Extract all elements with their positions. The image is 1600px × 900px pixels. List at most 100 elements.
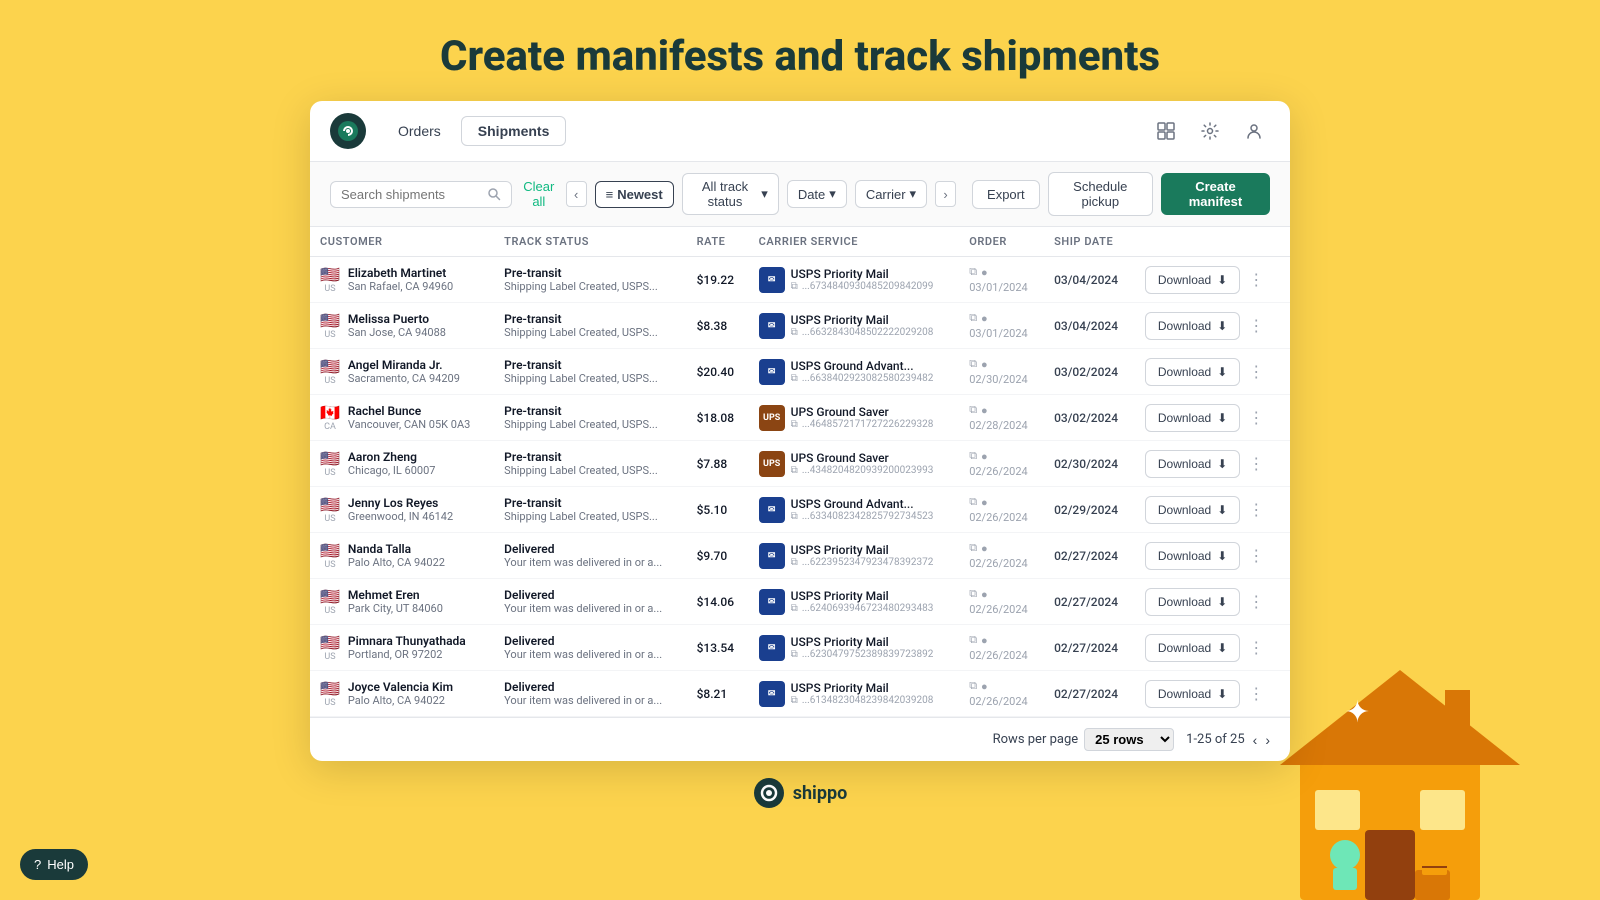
toolbar: Clear all ‹ ≡ Newest All track status ▾ … — [310, 162, 1290, 227]
flag-icon: 🇺🇸 — [320, 265, 340, 284]
filter-track-btn[interactable]: All track status ▾ — [682, 173, 779, 215]
order-copy-icon[interactable]: ⧉ — [969, 357, 977, 371]
status-label: Delivered — [504, 542, 676, 556]
order-cell: ⧉ ● 02/28/2024 — [959, 395, 1044, 441]
tab-orders[interactable]: Orders — [382, 116, 457, 146]
download-icon: ⬇ — [1217, 595, 1227, 609]
order-copy-icon[interactable]: ⧉ — [969, 679, 977, 693]
status-sub: Shipping Label Created, USPS... — [504, 280, 676, 293]
more-options-button[interactable]: ⋮ — [1244, 312, 1268, 340]
prev-filter-btn[interactable]: ‹ — [566, 181, 587, 207]
carrier-icon: ✉ — [759, 681, 785, 707]
carrier-name: USPS Priority Mail — [791, 267, 934, 281]
download-button[interactable]: Download ⬇ — [1145, 266, 1240, 294]
order-track-icon: ● — [981, 266, 988, 279]
rows-select[interactable]: 25 rows 50 rows 100 rows — [1084, 728, 1174, 751]
order-copy-icon[interactable]: ⧉ — [969, 633, 977, 647]
customer-address: San Rafael, CA 94960 — [348, 280, 453, 293]
download-button[interactable]: Download ⬇ — [1145, 404, 1240, 432]
table-row: 🇨🇦 CA Rachel Bunce Vancouver, CAN 05K 0A… — [310, 395, 1290, 441]
order-date: 03/01/2024 — [969, 327, 1034, 340]
rate-cell: $19.22 — [687, 257, 749, 303]
order-copy-icon[interactable]: ⧉ — [969, 403, 977, 417]
copy-icon[interactable]: ⧉ — [791, 603, 798, 614]
action-cell: Download ⬇ ⋮ — [1135, 257, 1290, 303]
download-button[interactable]: Download ⬇ — [1145, 450, 1240, 478]
download-button[interactable]: Download ⬇ — [1145, 358, 1240, 386]
action-cell: Download ⬇ ⋮ — [1135, 441, 1290, 487]
prev-page-button[interactable]: ‹ — [1253, 732, 1258, 748]
copy-icon[interactable]: ⧉ — [791, 419, 798, 430]
help-label: Help — [47, 857, 74, 872]
export-button[interactable]: Export — [972, 180, 1040, 209]
download-button[interactable]: Download ⬇ — [1145, 496, 1240, 524]
carrier-icon: ✉ — [759, 359, 785, 385]
more-options-button[interactable]: ⋮ — [1244, 358, 1268, 386]
page-nav: 1-25 of 25 ‹ › — [1186, 732, 1270, 748]
more-options-button[interactable]: ⋮ — [1244, 588, 1268, 616]
download-button[interactable]: Download ⬇ — [1145, 312, 1240, 340]
order-date: 02/28/2024 — [969, 419, 1034, 432]
order-date: 02/30/2024 — [969, 373, 1034, 386]
gear-icon-btn[interactable] — [1194, 115, 1226, 147]
status-label: Pre-transit — [504, 404, 676, 418]
order-track-icon: ● — [981, 542, 988, 555]
help-button[interactable]: ? Help — [20, 849, 88, 880]
copy-icon[interactable]: ⧉ — [791, 511, 798, 522]
chevron-down-icon: ▾ — [829, 186, 836, 202]
more-options-button[interactable]: ⋮ — [1244, 404, 1268, 432]
action-cell: Download ⬇ ⋮ — [1135, 303, 1290, 349]
filter-carrier-label: Carrier — [866, 187, 906, 202]
copy-icon[interactable]: ⧉ — [791, 695, 798, 706]
more-options-button[interactable]: ⋮ — [1244, 450, 1268, 478]
download-button[interactable]: Download ⬇ — [1145, 542, 1240, 570]
download-icon: ⬇ — [1217, 273, 1227, 287]
copy-icon[interactable]: ⧉ — [791, 373, 798, 384]
order-copy-icon[interactable]: ⧉ — [969, 541, 977, 555]
order-copy-icon[interactable]: ⧉ — [969, 311, 977, 325]
copy-icon[interactable]: ⧉ — [791, 465, 798, 476]
filter-newest-btn[interactable]: ≡ Newest — [595, 181, 674, 208]
page-title: Create manifests and track shipments — [0, 0, 1600, 101]
order-copy-icon[interactable]: ⧉ — [969, 265, 977, 279]
ship-date: 03/04/2024 — [1044, 257, 1135, 303]
filter-carrier-btn[interactable]: Carrier ▾ — [855, 180, 927, 208]
flag-icon: 🇺🇸 — [320, 449, 340, 468]
more-options-button[interactable]: ⋮ — [1244, 542, 1268, 570]
ship-date: 02/27/2024 — [1044, 533, 1135, 579]
copy-icon[interactable]: ⧉ — [791, 281, 798, 292]
more-options-button[interactable]: ⋮ — [1244, 496, 1268, 524]
download-icon: ⬇ — [1217, 687, 1227, 701]
download-button[interactable]: Download ⬇ — [1145, 634, 1240, 662]
search-input[interactable] — [341, 187, 481, 202]
filter-date-btn[interactable]: Date ▾ — [787, 180, 847, 208]
download-button[interactable]: Download ⬇ — [1145, 588, 1240, 616]
status-label: Pre-transit — [504, 496, 676, 510]
copy-icon[interactable]: ⧉ — [791, 327, 798, 338]
download-label: Download — [1158, 641, 1211, 655]
table-row: 🇺🇸 US Nanda Talla Palo Alto, CA 94022 De… — [310, 533, 1290, 579]
user-icon-btn[interactable] — [1238, 115, 1270, 147]
schedule-pickup-button[interactable]: Schedule pickup — [1048, 172, 1153, 216]
copy-icon[interactable]: ⧉ — [791, 649, 798, 660]
order-copy-icon[interactable]: ⧉ — [969, 449, 977, 463]
grid-icon-btn[interactable] — [1150, 115, 1182, 147]
customer-cell: 🇺🇸 US Elizabeth Martinet San Rafael, CA … — [310, 257, 494, 303]
clear-all-button[interactable]: Clear all — [520, 179, 558, 209]
next-filter-btn[interactable]: › — [935, 181, 956, 207]
create-manifest-button[interactable]: Create manifest — [1161, 173, 1270, 215]
flag-icon: 🇨🇦 — [320, 403, 340, 422]
order-copy-icon[interactable]: ⧉ — [969, 587, 977, 601]
download-button[interactable]: Download ⬇ — [1145, 680, 1240, 708]
more-options-button[interactable]: ⋮ — [1244, 634, 1268, 662]
filter-icon: ≡ — [606, 187, 614, 202]
tracking-number: ...4648572171727226229328 — [802, 419, 934, 430]
order-copy-icon[interactable]: ⧉ — [969, 495, 977, 509]
more-options-button[interactable]: ⋮ — [1244, 680, 1268, 708]
download-icon: ⬇ — [1217, 457, 1227, 471]
action-cell: Download ⬇ ⋮ — [1135, 625, 1290, 671]
copy-icon[interactable]: ⧉ — [791, 557, 798, 568]
more-options-button[interactable]: ⋮ — [1244, 266, 1268, 294]
tab-shipments[interactable]: Shipments — [461, 116, 567, 146]
next-page-button[interactable]: › — [1265, 732, 1270, 748]
